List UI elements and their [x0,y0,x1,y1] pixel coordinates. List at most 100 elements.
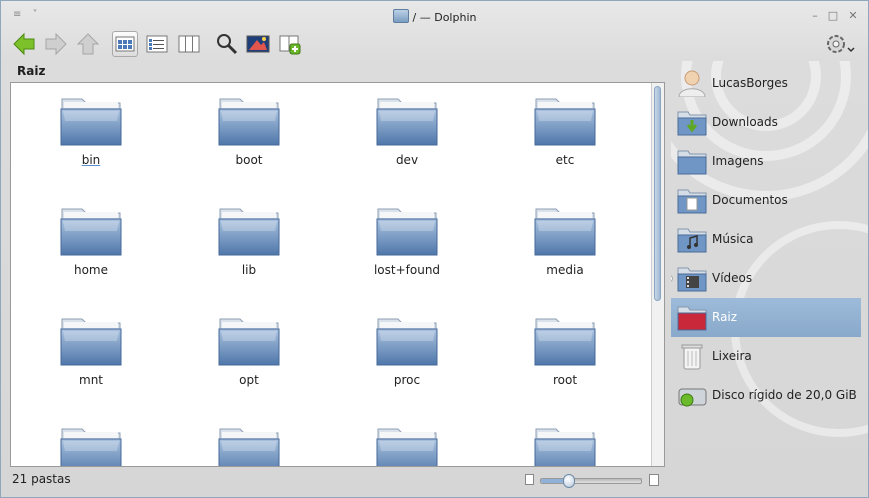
folder-label: etc [555,153,575,167]
scrollbar-thumb[interactable] [654,86,661,301]
folder-icon [376,208,438,256]
place-disco-r-gido-de-20-0-gib[interactable]: Disco rígido de 20,0 GiB [671,376,861,415]
details-view-button[interactable] [144,31,170,57]
folder-item[interactable] [505,413,625,466]
up-button[interactable] [75,31,101,57]
folder-item[interactable]: mnt [31,303,151,399]
place-label: LucasBorges [712,76,788,90]
dolphin-icon [392,9,409,23]
folder-label: opt [239,373,259,387]
preview-icon [246,35,270,53]
folder-label: dev [395,153,419,167]
places-panel: LucasBorges Downloads Imagens Documentos Mús… [671,61,868,481]
icons-view-button[interactable] [112,31,138,57]
folder-item[interactable]: etc [505,83,625,179]
place-lixeira[interactable]: Lixeira [671,337,861,376]
window-title: / — Dolphin [1,9,868,24]
preview-button[interactable] [245,31,271,57]
back-button[interactable] [11,31,37,57]
folder-item[interactable]: lost+found [347,193,467,289]
icons-view-icon [115,36,135,52]
settings-button[interactable] [824,31,860,57]
folder-icon [534,428,596,466]
music-folder-icon [677,228,707,253]
place-label: Lixeira [712,349,752,363]
place-lucasborges[interactable]: LucasBorges [671,64,861,103]
status-bar: 21 pastas [10,471,665,489]
folder-label: lost+found [373,263,441,277]
folder-icon [376,428,438,466]
trash-icon [681,344,703,370]
folder-icon [376,318,438,366]
maximize-button[interactable]: □ [827,10,839,22]
place-label: Documentos [712,193,788,207]
split-view-icon [279,35,301,55]
folder-icon [218,208,280,256]
images-folder-icon [677,150,707,175]
place-imagens[interactable]: Imagens [671,142,861,181]
folder-item[interactable] [31,413,151,466]
folder-icon [218,318,280,366]
hard-disk-icon [678,388,707,407]
folder-label: mnt [79,373,103,387]
place-raiz[interactable]: Raiz [671,298,861,337]
hidden-indicator [671,275,673,282]
window-title-text: / — Dolphin [412,11,477,24]
folder-label: lib [241,263,257,277]
folder-item[interactable]: boot [189,83,309,179]
zoom-out-icon[interactable] [525,474,534,485]
arrow-right-icon [45,32,67,56]
zoom-slider[interactable] [540,474,642,488]
zoom-slider-handle[interactable] [563,474,575,488]
folder-item[interactable] [189,413,309,466]
folder-item[interactable]: root [505,303,625,399]
place-downloads[interactable]: Downloads [671,103,861,142]
folder-item[interactable]: proc [347,303,467,399]
close-button[interactable]: ✕ [847,10,859,22]
dolphin-window: ≡ ˅ / — Dolphin – □ ✕ Raiz bin boot dev … [0,0,869,498]
folder-icon [534,318,596,366]
columns-view-icon [178,35,200,53]
zoom-in-icon[interactable] [649,474,659,486]
folder-item[interactable]: lib [189,193,309,289]
videos-folder-icon [677,267,707,292]
vertical-scrollbar[interactable] [651,83,664,466]
folder-label: bin [81,153,101,167]
user-icon [678,70,706,97]
folder-item[interactable]: dev [347,83,467,179]
status-text: 21 pastas [12,472,71,486]
folder-icon [60,208,122,256]
folder-icon [60,98,122,146]
search-button[interactable] [214,31,240,57]
folder-icon [218,428,280,466]
folder-label: proc [393,373,421,387]
place-documentos[interactable]: Documentos [671,181,861,220]
place-label: Raiz [712,310,738,324]
folder-item[interactable]: bin [31,83,151,179]
details-view-icon [146,35,168,53]
folder-icon [534,208,596,256]
folder-item[interactable]: opt [189,303,309,399]
folder-icon [60,318,122,366]
place-label: Vídeos [712,271,753,285]
folder-item[interactable]: media [505,193,625,289]
place-v-deos[interactable]: Vídeos [671,259,861,298]
toolbar [1,29,868,61]
minimize-button[interactable]: – [809,10,821,22]
place-m-sica[interactable]: Música [671,220,861,259]
folder-icon [376,98,438,146]
folder-label: home [73,263,109,277]
folder-item[interactable]: home [31,193,151,289]
folder-item[interactable] [347,413,467,466]
arrow-left-icon [13,32,35,56]
columns-view-button[interactable] [176,31,202,57]
split-button[interactable] [277,31,303,57]
place-label: Downloads [712,115,778,129]
root-folder-icon [677,306,707,331]
location-bar[interactable]: Raiz [10,61,665,81]
forward-button[interactable] [43,31,69,57]
place-label: Imagens [712,154,764,168]
folder-icon [60,428,122,466]
file-view[interactable]: bin boot dev etc home lib lost+found media mnt op… [10,82,665,467]
title-bar: ≡ ˅ / — Dolphin – □ ✕ [1,1,868,31]
